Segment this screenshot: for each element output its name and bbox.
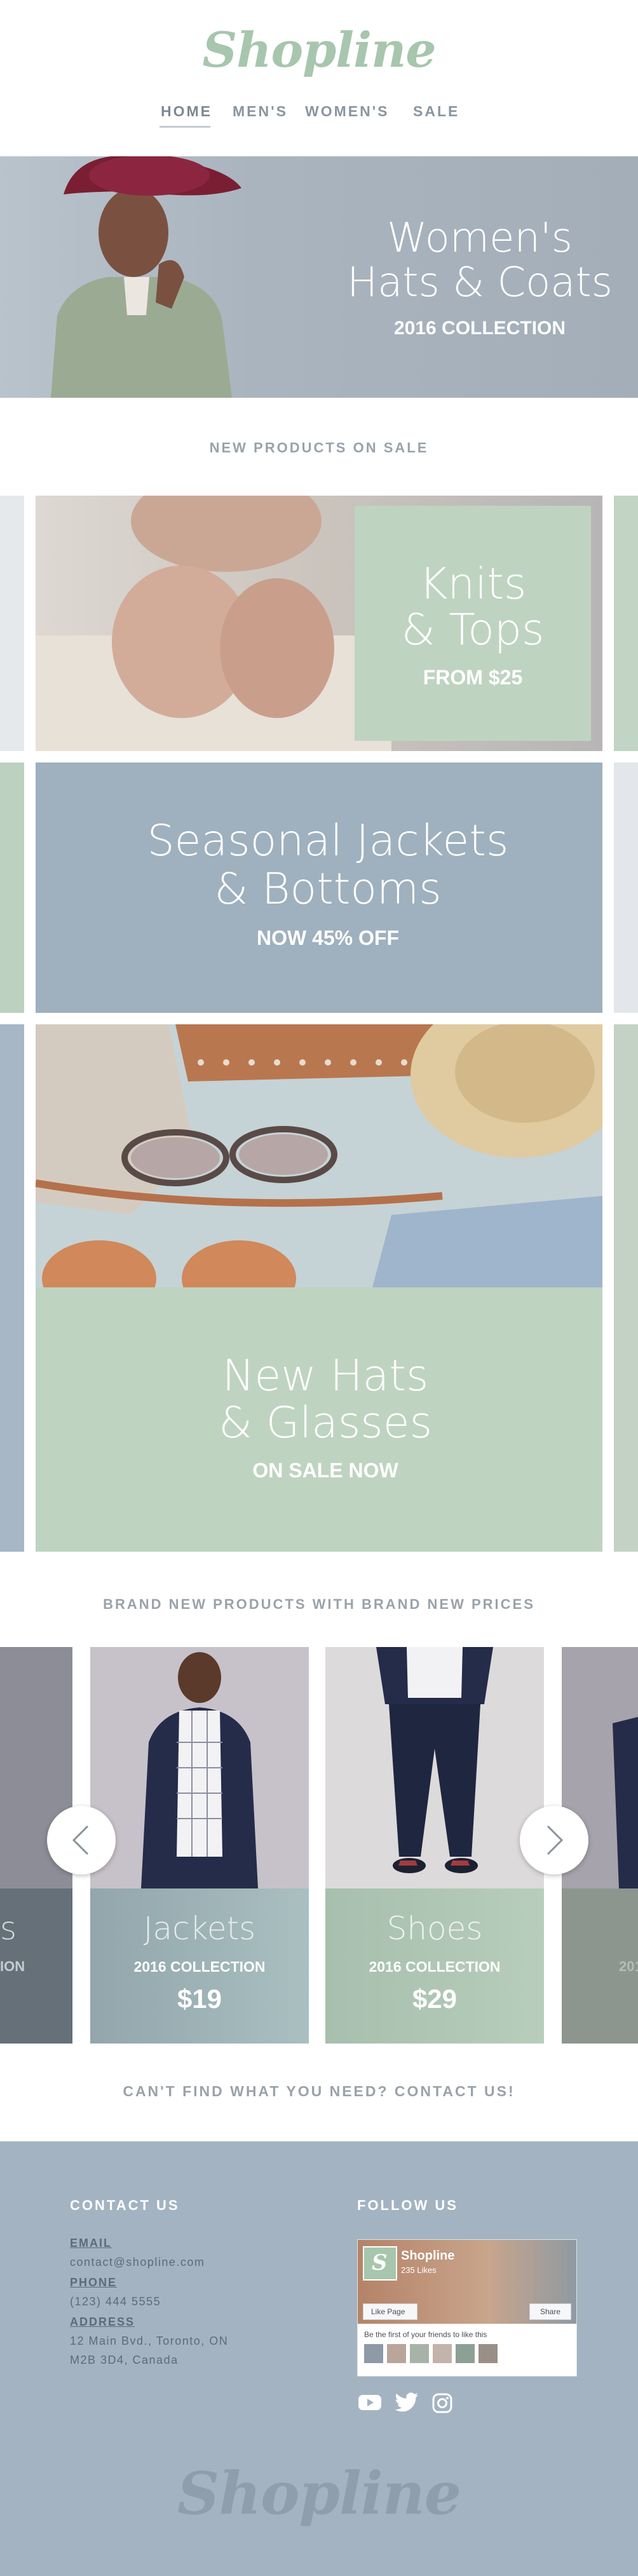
- fb-friend-avatar: [387, 2344, 406, 2363]
- fb-friend-avatars: [364, 2344, 504, 2364]
- twitter-icon[interactable]: [394, 2392, 419, 2413]
- side-strip: [0, 763, 24, 1013]
- fb-share-label: Share: [540, 2307, 561, 2316]
- product-carousel: s ION Jackets 2016 COLLECTION $19 Shoes: [0, 1647, 638, 2044]
- nav-sale[interactable]: SALE: [413, 103, 459, 120]
- footer-contact-title: CONTACT US: [70, 2197, 180, 2213]
- card-title: Jackets: [143, 1910, 256, 1947]
- section-title-new-products: NEW PRODUCTS ON SALE: [209, 440, 429, 456]
- nav-active-underline: [160, 126, 210, 128]
- fb-friend-avatar: [456, 2344, 475, 2363]
- card-price: $29: [412, 1984, 458, 2014]
- product-card-shoes[interactable]: Shoes 2016 COLLECTION $29: [325, 1647, 544, 2044]
- footer-follow-title: FOLLOW US: [357, 2197, 458, 2213]
- hero-title-line2: Hats & Coats: [347, 259, 613, 306]
- nav-womens[interactable]: WOMEN'S: [305, 103, 390, 120]
- hero-model-image: [51, 156, 241, 398]
- promo-knits-sub: FROM $25: [423, 666, 523, 689]
- card-sub: 2016 COLLECTION: [133, 1958, 266, 1975]
- footer-email[interactable]: contact@shopline.com: [70, 2256, 205, 2269]
- promo-jackets[interactable]: Seasonal Jackets & Bottoms NOW 45% OFF: [36, 763, 602, 1013]
- fb-like-button[interactable]: Like Page: [363, 2303, 417, 2320]
- side-strip: [614, 1024, 638, 1552]
- chevron-left-icon: [72, 1825, 89, 1855]
- promo-knits-line1: Knits: [419, 559, 527, 609]
- contact-cta-link[interactable]: CAN'T FIND WHAT YOU NEED? CONTACT US!: [0, 2083, 638, 2100]
- youtube-icon[interactable]: [357, 2393, 383, 2412]
- fb-friends-text: Be the first of your friends to like thi…: [364, 2330, 487, 2339]
- section-title-brand-new: BRAND NEW PRODUCTS WITH BRAND NEW PRICES: [103, 1596, 535, 1612]
- card-title: s: [0, 1910, 17, 1947]
- hero-title-line1: Women's: [387, 215, 573, 262]
- side-strip: [0, 1024, 24, 1552]
- footer-phone[interactable]: (123) 444 5555: [70, 2295, 161, 2308]
- fb-friend-avatar: [364, 2344, 383, 2363]
- promo-hats-line1: New Hats: [222, 1351, 429, 1401]
- nav-mens[interactable]: MEN'S: [233, 103, 288, 120]
- facebook-page-widget[interactable]: S Shopline 235 Likes Like Page Share Be …: [357, 2239, 577, 2376]
- promo-jackets-sub: NOW 45% OFF: [256, 926, 399, 949]
- hero-banner[interactable]: Women's Hats & Coats 2016 COLLECTION: [0, 156, 638, 398]
- promo-hats-sub: ON SALE NOW: [252, 1459, 398, 1482]
- footer-address-line2: M2B 3D4, Canada: [70, 2354, 179, 2366]
- instagram-icon[interactable]: [432, 2393, 452, 2413]
- promo-knits-line2: & Tops: [401, 605, 545, 655]
- promo-hats-image: [36, 1024, 602, 1287]
- promo-hats-line2: & Glasses: [218, 1398, 432, 1448]
- promo-knits-image: [36, 496, 391, 751]
- hero-subtitle: 2016 COLLECTION: [393, 318, 566, 339]
- fb-page-name[interactable]: Shopline: [401, 2249, 454, 2263]
- footer-address-line1: 12 Main Bvd., Toronto, ON: [70, 2335, 229, 2347]
- nav-home[interactable]: HOME: [161, 103, 212, 120]
- footer-phone-label: PHONE: [70, 2276, 118, 2289]
- side-strip: [0, 496, 24, 751]
- card-sub: 2016 COLLECTION: [369, 1958, 501, 1975]
- fb-friend-avatar: [410, 2344, 429, 2363]
- card-price: $19: [177, 1984, 222, 2014]
- carousel-prev-button[interactable]: [47, 1806, 116, 1874]
- fb-friend-avatar: [478, 2344, 498, 2363]
- side-strip: [614, 496, 638, 751]
- promo-jackets-line2: & Bottoms: [214, 864, 442, 914]
- fb-page-avatar: S: [363, 2246, 397, 2281]
- fb-page-likes: 235 Likes: [401, 2265, 437, 2275]
- footer-logo[interactable]: Shopline: [0, 2459, 638, 2528]
- product-image-shoes: [325, 1647, 544, 1888]
- fb-share-button[interactable]: Share: [529, 2303, 571, 2320]
- footer-address-label: ADDRESS: [70, 2315, 135, 2328]
- card-sub: ION: [0, 1958, 25, 1974]
- footer: CONTACT US EMAIL contact@shopline.com PH…: [0, 2141, 638, 2576]
- fb-like-label: Like Page: [371, 2307, 405, 2316]
- product-image-jackets: [90, 1647, 309, 1888]
- product-card-jackets[interactable]: Jackets 2016 COLLECTION $19: [90, 1647, 309, 2044]
- card-title: Shoes: [386, 1910, 483, 1947]
- promo-hats[interactable]: New Hats & Glasses ON SALE NOW: [36, 1024, 602, 1552]
- footer-email-label: EMAIL: [70, 2237, 112, 2249]
- promo-knits[interactable]: Knits & Tops FROM $25: [36, 496, 602, 751]
- fb-friend-avatar: [433, 2344, 452, 2363]
- brand-logo[interactable]: Shopline: [0, 22, 638, 78]
- promo-jackets-line1: Seasonal Jackets: [147, 816, 509, 866]
- chevron-right-icon: [546, 1825, 564, 1855]
- carousel-next-button[interactable]: [520, 1806, 588, 1874]
- fb-avatar-glyph: S: [372, 2250, 388, 2275]
- card-sub: 201: [619, 1958, 638, 1974]
